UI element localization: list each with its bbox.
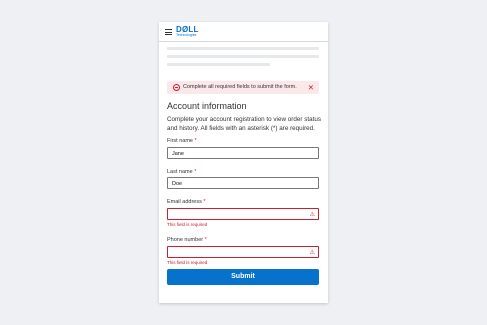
phone-error-message: This field is required [167, 260, 208, 265]
form-title: Account information [167, 101, 247, 111]
email-error-message: This field is required [167, 222, 208, 227]
site-header: DØLL Technologies [159, 22, 328, 42]
first-name-label: First name * [167, 138, 197, 144]
submit-button[interactable]: Submit [167, 269, 319, 285]
email-field[interactable]: ⚠ [167, 208, 319, 220]
form-description: Complete your account registration to vi… [167, 116, 321, 133]
last-name-label: Last name * [167, 169, 197, 175]
last-name-field[interactable]: Doe [167, 177, 319, 189]
skeleton-line-1 [167, 47, 319, 50]
error-alert: Complete all required fields to submit t… [167, 81, 319, 94]
phone-field[interactable]: ⚠ [167, 246, 319, 258]
warning-icon: ⚠ [309, 249, 315, 256]
first-name-field[interactable]: Jane [167, 147, 319, 159]
close-icon[interactable]: ✕ [308, 83, 314, 92]
mobile-frame: DØLL Technologies Complete all required … [159, 22, 328, 303]
skeleton-line-3 [167, 63, 270, 66]
hamburger-icon[interactable] [165, 29, 172, 35]
dell-logo[interactable]: DØLL Technologies [176, 26, 199, 38]
alert-message: Complete all required fields to submit t… [183, 84, 297, 90]
skeleton-line-2 [167, 55, 319, 58]
phone-label: Phone number * [167, 237, 207, 243]
warning-icon: ⚠ [309, 211, 315, 218]
email-label: Email address * [167, 199, 206, 205]
logo-subtitle: Technologies [176, 33, 197, 37]
error-circle-icon [173, 84, 180, 91]
